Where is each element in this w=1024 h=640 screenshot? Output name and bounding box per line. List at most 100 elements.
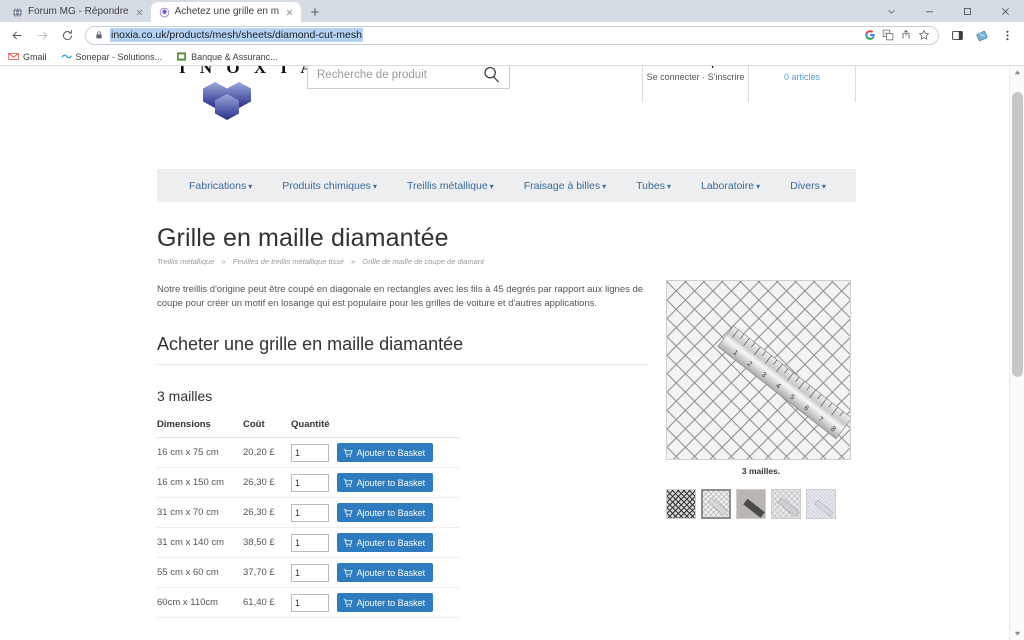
nav-item-tubes[interactable]: Tubes ▾ [636,180,671,192]
table-row: 55 cm x 60 cm 37,70 £ 1 Ajouter to Baske [157,557,460,588]
add-to-basket-button[interactable]: Ajouter to Basket [336,563,434,582]
nav-label: Fabrications [189,179,247,192]
thumbnail-fine-mesh-ruler[interactable] [806,489,836,519]
thumb-image [667,490,695,518]
bookmark-sonepar[interactable]: Sonepar - Solutions... [61,51,163,62]
breadcrumb-item-2[interactable]: Feuilles de treillis métallique tissé [233,257,344,266]
tab-strip: Forum MG - Répondre Achetez une grille e… [0,0,1024,22]
thumbnail-mesh-dark-ruler[interactable] [736,489,766,519]
nav-label: Tubes [636,179,665,192]
reload-icon [62,29,72,40]
browser-toolbar: inoxia.co.uk/products/mesh/sheets/diamon… [0,22,1024,48]
breadcrumb-item-1[interactable]: Treillis métallique [157,257,214,266]
scroll-up-button[interactable] [1010,66,1024,79]
google-icon[interactable] [864,29,876,41]
scrollbar-thumb[interactable] [1012,92,1023,377]
page-scrollbar[interactable] [1009,66,1024,640]
browser-tab-1[interactable]: Forum MG - Répondre [4,2,151,22]
share-icon[interactable] [900,29,912,41]
url-text[interactable]: inoxia.co.uk/products/mesh/sheets/diamon… [110,28,363,42]
address-bar[interactable]: inoxia.co.uk/products/mesh/sheets/diamon… [85,25,939,45]
scroll-down-button[interactable] [1010,627,1024,640]
buy-section-heading: Acheter une grille en maille diamantée [157,333,648,365]
cell-quantity: 1 Ajouter to Basket [291,497,460,528]
minimize-button[interactable] [910,0,948,22]
product-search-field[interactable]: Recherche de produit [307,66,510,89]
side-panel-button[interactable] [946,24,968,46]
quantity-input[interactable]: 1 [291,503,329,522]
chevron-down-icon: ▾ [756,181,761,191]
cell-cost: 38,50 £ [243,527,291,558]
nav-item-fabrications[interactable]: Fabrications ▾ [189,180,252,192]
diamond-mesh-photo: 123 456 78 [667,281,850,459]
nav-item-produits-chimiques[interactable]: Produits chimiques ▾ [282,180,377,192]
add-to-basket-button[interactable]: Ajouter to Basket [336,503,434,522]
page-content: I N O X I A Recherche de produit Se conn… [0,66,1009,618]
bookmark-label: Gmail [23,51,47,62]
quantity-input[interactable]: 1 [291,443,329,462]
breadcrumb-item-3[interactable]: Grille de maille de coupe de diamant [362,257,484,266]
chrome-menu-button[interactable] [996,24,1018,46]
tab-title: Forum MG - Répondre [28,6,129,17]
quantity-input[interactable]: 1 [291,473,329,492]
add-to-basket-button[interactable]: Ajouter to Basket [336,533,434,552]
nav-item-fraisage-a-billes[interactable]: Fraisage à billes ▾ [524,180,606,192]
new-tab-button[interactable] [305,2,325,22]
add-to-basket-button[interactable]: Ajouter to Basket [336,593,434,612]
quantity-input[interactable]: 1 [291,533,329,552]
shopping-cart-icon [343,448,353,457]
quantity-input[interactable]: 1 [291,563,329,582]
add-to-basket-button[interactable]: Ajouter to Basket [336,473,434,492]
translate-icon[interactable]: A [882,29,894,41]
product-main-image[interactable]: 123 456 78 [666,280,851,460]
thumb-image [807,490,835,518]
nav-label: Treillis métallique [406,179,488,192]
minimize-icon [925,10,933,12]
product-description: Notre treillis d'origine peut être coupé… [157,284,644,309]
thumb-image [703,491,729,517]
browser-tab-2[interactable]: Achetez une grille en maille diam [150,2,301,22]
cell-dimensions: 31 cm x 70 cm [157,497,243,528]
quantity-input[interactable]: 1 [291,593,329,612]
chevron-down-icon: ▾ [489,181,494,191]
cart-count[interactable]: 0 articles [749,70,855,84]
register-link[interactable]: S'inscrire [708,72,745,82]
reload-button[interactable] [56,24,78,46]
forward-button[interactable] [31,24,53,46]
login-link[interactable]: Se connecter [647,72,700,82]
close-window-button[interactable] [986,0,1024,22]
cell-cost: 37,70 £ [243,557,291,588]
thumbnail-dark-mesh[interactable] [666,489,696,519]
bookmark-label: Banque & Assuranc... [191,51,278,62]
bookmark-star-icon[interactable] [918,29,930,41]
thumbnail-mesh-ruler-grey[interactable] [771,489,801,519]
extensions-icon [976,30,988,42]
close-icon[interactable] [134,7,145,18]
table-row: 31 cm x 140 cm 38,50 £ 1 Ajouter to Bask [157,527,460,558]
magnifier-icon[interactable] [481,66,503,86]
thumbnail-mesh-ruler-light[interactable] [701,489,731,519]
bookmark-banque[interactable]: Banque & Assuranc... [176,51,278,62]
breadcrumb-separator: » [351,257,356,266]
site-logo[interactable]: I N O X I A [179,66,319,120]
profile-chevron-button[interactable] [872,0,910,22]
thumbnail-strip [666,489,856,519]
add-to-basket-button[interactable]: Ajouter to Basket [336,443,434,462]
close-icon[interactable] [284,7,295,18]
shopping-cart-icon [343,478,353,487]
chevron-down-icon: ▾ [666,181,671,191]
nav-item-laboratoire[interactable]: Laboratoire ▾ [701,180,760,192]
cell-quantity: 1 Ajouter to Basket [291,587,460,618]
bookmark-label: Sonepar - Solutions... [75,51,163,62]
back-button[interactable] [6,24,28,46]
product-media-column: 123 456 78 3 mailles. [666,280,856,519]
extensions-button[interactable] [971,24,993,46]
bookmark-gmail[interactable]: Gmail [8,51,47,62]
cell-cost: 61,40 £ [243,587,291,618]
cart-block: Panier 0 articles [749,66,856,102]
nav-item-divers[interactable]: Divers ▾ [790,180,826,192]
forward-arrow-icon [37,30,48,40]
maximize-button[interactable] [948,0,986,22]
nav-item-treillis-metallique[interactable]: Treillis métallique ▾ [407,180,494,192]
window-controls [872,0,1024,22]
